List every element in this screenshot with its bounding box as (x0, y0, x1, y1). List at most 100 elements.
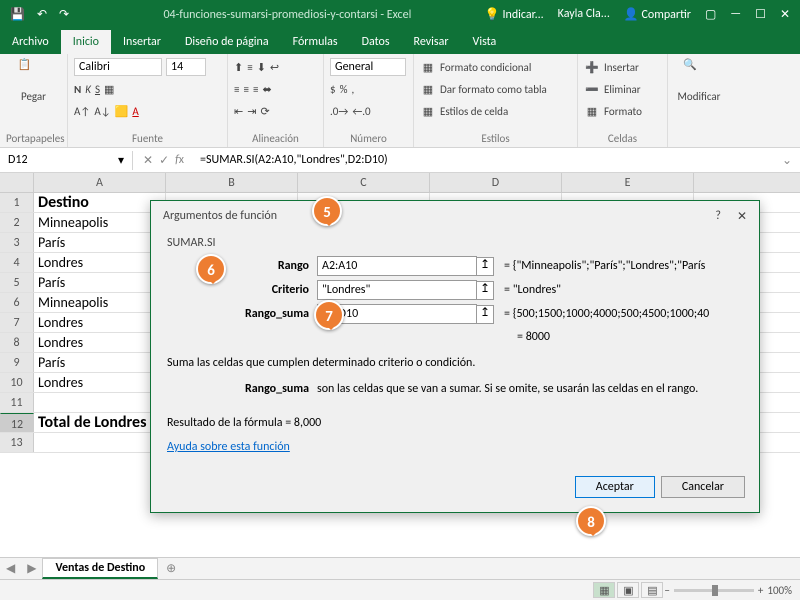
align-mid-icon[interactable]: ≡ (247, 61, 252, 74)
italic-button[interactable]: K (85, 83, 91, 96)
conditional-format-button[interactable]: ▦Formato condicional (420, 56, 571, 78)
collapse-rango-suma-icon[interactable]: ↥ (476, 305, 494, 324)
view-normal-icon[interactable]: ▦ (593, 582, 615, 598)
align-right-icon[interactable]: ≡ (253, 83, 258, 96)
collapse-rango-icon[interactable]: ↥ (476, 257, 494, 276)
col-header-a[interactable]: A (34, 173, 166, 192)
tab-formulas[interactable]: Fórmulas (281, 30, 350, 54)
table-format-button[interactable]: ▦Dar formato como tabla (420, 78, 571, 100)
zoom-in-icon[interactable]: + (758, 584, 763, 597)
inc-decimal-icon[interactable]: .0→ (330, 105, 348, 118)
cell[interactable]: Londres (34, 253, 166, 272)
grow-font-icon[interactable]: A↑ (74, 105, 90, 118)
ok-button[interactable]: Aceptar (575, 476, 655, 498)
currency-icon[interactable]: $ (330, 83, 336, 96)
number-format[interactable] (330, 58, 406, 76)
row-header[interactable]: 12 (0, 413, 34, 432)
zoom-level[interactable]: 100% (767, 584, 792, 597)
formula-bar[interactable]: =SUMAR.SI(A2:A10,"Londres",D2:D10) (194, 153, 774, 167)
tab-insertar[interactable]: Insertar (111, 30, 173, 54)
ribbon-options-icon[interactable]: ▢ (705, 7, 716, 22)
cell[interactable]: París (34, 353, 166, 372)
minimize-icon[interactable]: — (730, 7, 741, 22)
cell-styles-button[interactable]: ▦Estilos de celda (420, 100, 571, 122)
sheet-nav-next-icon[interactable]: ▶ (21, 561, 42, 576)
indent-dec-icon[interactable]: ⇤ (234, 105, 243, 118)
merge-icon[interactable]: ⬌ (262, 83, 271, 96)
new-sheet-icon[interactable]: ⊕ (158, 561, 184, 576)
font-size[interactable] (166, 58, 206, 76)
fx-icon[interactable]: fx (175, 153, 184, 168)
select-all-corner[interactable] (0, 173, 34, 192)
save-icon[interactable]: 💾 (10, 7, 25, 22)
view-layout-icon[interactable]: ▣ (617, 582, 639, 598)
name-box[interactable]: D12▾ (0, 151, 133, 170)
col-header-d[interactable]: D (430, 173, 562, 192)
cancel-formula-icon[interactable]: ✕ (143, 153, 153, 168)
cell[interactable]: Londres (34, 333, 166, 352)
indent-inc-icon[interactable]: ⇥ (247, 105, 256, 118)
align-top-icon[interactable]: ⬆ (234, 61, 243, 74)
font-color-button[interactable]: A (132, 105, 138, 118)
row-header[interactable]: 7 (0, 313, 34, 332)
help-link[interactable]: Ayuda sobre esta función (167, 440, 290, 454)
tab-archivo[interactable]: Archivo (0, 30, 61, 54)
cell[interactable]: París (34, 233, 166, 252)
zoom-out-icon[interactable]: − (664, 584, 669, 597)
align-left-icon[interactable]: ≡ (234, 83, 239, 96)
modify-button[interactable]: 🔍 Modificar (674, 56, 724, 105)
row-header[interactable]: 3 (0, 233, 34, 252)
expand-formula-icon[interactable]: ⌄ (774, 153, 800, 168)
shrink-font-icon[interactable]: A↓ (94, 105, 110, 118)
tab-inicio[interactable]: Inicio (61, 30, 111, 54)
help-icon[interactable]: ? (715, 209, 721, 224)
format-cells-button[interactable]: ▦Formato (584, 100, 661, 122)
underline-button[interactable]: S (95, 83, 100, 96)
row-header[interactable]: 1 (0, 193, 34, 212)
row-header[interactable]: 9 (0, 353, 34, 372)
sheet-tab[interactable]: Ventas de Destino (42, 558, 158, 579)
row-header[interactable]: 6 (0, 293, 34, 312)
cell[interactable]: Destino (34, 193, 166, 212)
chevron-down-icon[interactable]: ▾ (118, 153, 124, 168)
orientation-icon[interactable]: ⟳ (260, 105, 269, 118)
bold-button[interactable]: N (74, 83, 81, 96)
cell[interactable] (34, 433, 166, 452)
user-name[interactable]: Kayla Cla... (558, 7, 610, 22)
col-header-e[interactable]: E (562, 173, 694, 192)
close-icon[interactable]: ✕ (780, 7, 790, 22)
undo-icon[interactable]: ↶ (37, 7, 47, 22)
zoom-slider[interactable] (674, 589, 754, 592)
paste-button[interactable]: 📋 Pegar (6, 56, 61, 105)
col-header-b[interactable]: B (166, 173, 298, 192)
tab-pagina[interactable]: Diseño de página (173, 30, 281, 54)
row-header[interactable]: 8 (0, 333, 34, 352)
cell[interactable]: Minneapolis (34, 213, 166, 232)
cell[interactable]: Minneapolis (34, 293, 166, 312)
criterio-input[interactable] (317, 280, 477, 300)
row-header[interactable]: 4 (0, 253, 34, 272)
close-dialog-icon[interactable]: ✕ (737, 209, 747, 224)
rango-input[interactable] (317, 256, 477, 276)
comma-icon[interactable]: , (351, 83, 354, 96)
tell-me[interactable]: 💡 Indicar... (485, 7, 544, 22)
tab-revisar[interactable]: Revisar (402, 30, 461, 54)
align-center-icon[interactable]: ≡ (243, 83, 248, 96)
view-pagebreak-icon[interactable]: ▤ (641, 582, 663, 598)
cell[interactable]: Londres (34, 373, 166, 392)
row-header[interactable]: 11 (0, 393, 34, 412)
sheet-nav-prev-icon[interactable]: ◀ (0, 561, 21, 576)
enter-formula-icon[interactable]: ✓ (159, 153, 169, 168)
delete-cells-button[interactable]: ➖Eliminar (584, 78, 661, 100)
cell[interactable]: Londres (34, 313, 166, 332)
insert-cells-button[interactable]: ➕Insertar (584, 56, 661, 78)
percent-icon[interactable]: % (340, 83, 348, 96)
col-header-c[interactable]: C (298, 173, 430, 192)
cell[interactable] (34, 393, 166, 412)
collapse-criterio-icon[interactable]: ↥ (476, 281, 494, 300)
row-header[interactable]: 10 (0, 373, 34, 392)
tab-datos[interactable]: Datos (350, 30, 402, 54)
row-header[interactable]: 2 (0, 213, 34, 232)
align-bot-icon[interactable]: ⬇ (257, 61, 266, 74)
fill-color-button[interactable]: 🟨 (115, 105, 129, 118)
